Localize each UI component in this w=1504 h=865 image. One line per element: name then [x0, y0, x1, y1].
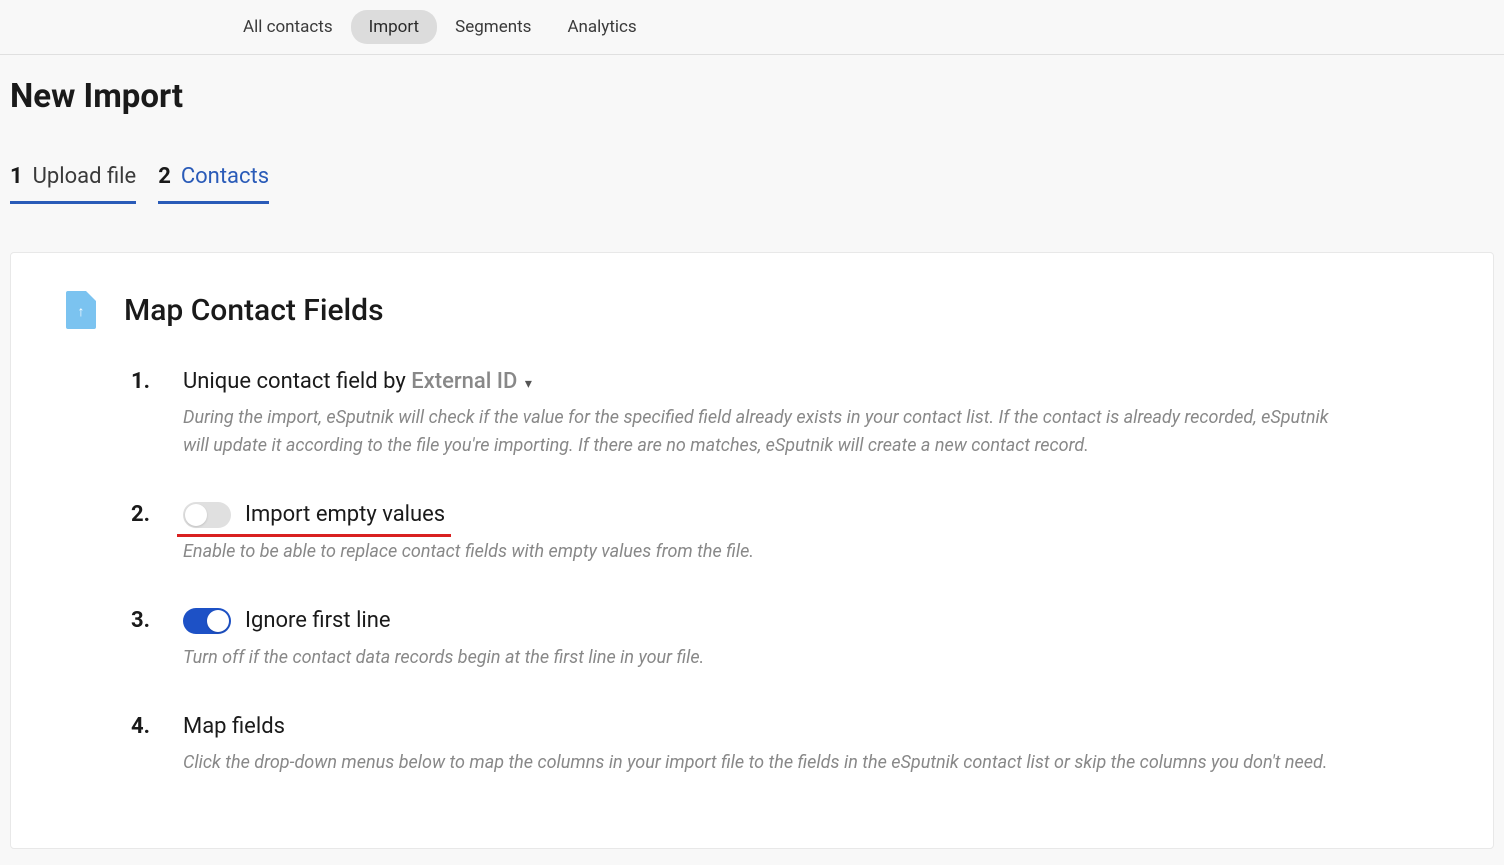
step-number: 1 [10, 164, 23, 189]
top-nav-tabs: All contacts Import Segments Analytics [0, 0, 1504, 55]
step-tabs: 1 Upload file 2 Contacts [0, 116, 1504, 204]
step-number: 2 [158, 164, 171, 189]
step-label: Contacts [181, 164, 269, 189]
unique-field-dropdown[interactable]: External ID [411, 369, 517, 394]
option-unique-field: 1. Unique contact field by External ID ▾… [131, 369, 1443, 460]
option-number: 3. [131, 608, 159, 633]
map-fields-card: Map Contact Fields 1. Unique contact fie… [10, 252, 1494, 849]
option-label: Map fields [183, 714, 285, 739]
import-empty-toggle[interactable] [183, 502, 231, 528]
tab-segments[interactable]: Segments [437, 10, 549, 44]
option-number: 2. [131, 502, 159, 527]
tab-all-contacts[interactable]: All contacts [225, 10, 351, 44]
option-import-empty: 2. Import empty values Enable to be able… [131, 502, 1443, 566]
option-label: Import empty values [245, 502, 445, 527]
tab-analytics[interactable]: Analytics [549, 10, 654, 44]
step-label: Upload file [33, 164, 137, 189]
option-map-fields: 4. Map fields Click the drop-down menus … [131, 714, 1443, 777]
upload-file-icon [66, 291, 96, 329]
option-number: 1. [131, 369, 159, 394]
option-number: 4. [131, 714, 159, 739]
ignore-first-line-toggle[interactable] [183, 608, 231, 634]
option-label-prefix: Unique contact field by [183, 369, 411, 394]
chevron-down-icon[interactable]: ▾ [525, 376, 532, 392]
option-ignore-first-line: 3. Ignore first line Turn off if the con… [131, 608, 1443, 672]
option-label: Ignore first line [245, 608, 391, 633]
page-title: New Import [0, 55, 1504, 116]
card-title: Map Contact Fields [124, 293, 384, 328]
option-description: Turn off if the contact data records beg… [183, 644, 1353, 672]
option-description: During the import, eSputnik will check i… [183, 404, 1353, 460]
card-header: Map Contact Fields [66, 291, 1443, 329]
tab-import[interactable]: Import [351, 10, 438, 44]
option-description: Enable to be able to replace contact fie… [183, 538, 1353, 566]
step-contacts[interactable]: 2 Contacts [158, 164, 269, 204]
option-list: 1. Unique contact field by External ID ▾… [131, 369, 1443, 776]
step-upload-file[interactable]: 1 Upload file [10, 164, 136, 204]
option-description: Click the drop-down menus below to map t… [183, 749, 1353, 777]
